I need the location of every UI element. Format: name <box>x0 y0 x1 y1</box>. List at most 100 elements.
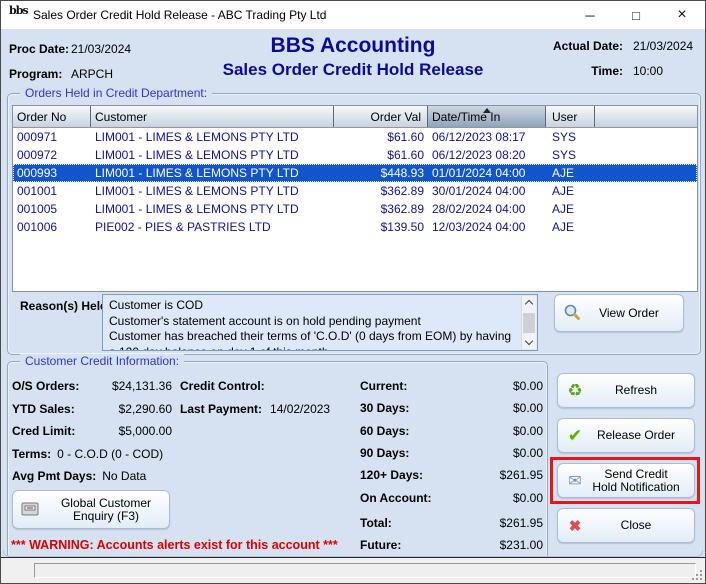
date-time-in-cell: 06/12/2023 08:17 <box>428 130 546 144</box>
column-header-order-val[interactable]: Order Val <box>334 106 428 127</box>
customer-cell: LIM001 - LIMES & LEMONS PTY LTD <box>91 166 334 180</box>
header-titles: BBS Accounting Sales Order Credit Hold R… <box>181 34 525 80</box>
reason-held-label: Reason(s) Held: <box>20 299 111 313</box>
send-notification-label: Send Credit Hold Notification <box>592 468 694 494</box>
customer-credit-section: Customer Credit Information: O/S Orders:… <box>7 361 548 559</box>
column-header-customer[interactable]: Customer <box>91 106 334 127</box>
order-val-cell: $61.60 <box>334 148 428 162</box>
time-value: 10:00 <box>623 64 695 78</box>
window-title: Sales Order Credit Hold Release - ABC Tr… <box>33 8 326 22</box>
date-time-in-cell: 01/01/2024 04:00 <box>428 166 546 180</box>
user-cell: AJE <box>546 166 595 180</box>
magnifier-icon <box>555 303 589 324</box>
maximize-button[interactable]: □ <box>613 1 659 29</box>
order-row[interactable]: 000972 LIM001 - LIMES & LEMONS PTY LTD $… <box>13 146 697 164</box>
program-value: ARPCH <box>71 67 113 81</box>
time-label: Time: <box>541 64 623 78</box>
global-customer-enquiry-button[interactable]: Global Customer Enquiry (F3) <box>12 490 170 529</box>
os-orders-label: O/S Orders: <box>12 379 92 393</box>
sort-ascending-icon <box>483 108 491 113</box>
scroll-up-icon[interactable] <box>525 300 533 308</box>
screen-title: Sales Order Credit Hold Release <box>181 60 525 80</box>
app-title: BBS Accounting <box>181 34 525 58</box>
titlebar: bbs Sales Order Credit Hold Release - AB… <box>1 1 705 29</box>
customer-cell: LIM001 - LIMES & LEMONS PTY LTD <box>91 148 334 162</box>
orders-held-section: Orders Held in Credit Department: Order … <box>7 93 701 355</box>
actual-date-value: 21/03/2024 <box>623 39 695 53</box>
user-cell: AJE <box>546 202 595 216</box>
check-icon: ✔ <box>558 426 592 446</box>
aging-row: 60 Days:$0.00 <box>360 420 543 442</box>
column-header-user[interactable]: User <box>546 106 595 127</box>
column-header-date-time-in[interactable]: Date/Time In <box>428 106 546 127</box>
application-window: bbs Sales Order Credit Hold Release - AB… <box>0 0 706 584</box>
global-enquiry-label: Global Customer Enquiry (F3) <box>47 497 169 523</box>
order-row[interactable]: 001006 PIE002 - PIES & PASTRIES LTD $139… <box>13 218 697 236</box>
actual-date-label: Actual Date: <box>541 39 623 53</box>
proc-date-value: 21/03/2024 <box>71 42 131 56</box>
customer-cell: LIM001 - LIMES & LEMONS PTY LTD <box>91 184 334 198</box>
refresh-label: Refresh <box>592 384 694 397</box>
last-payment-label: Last Payment: <box>180 402 262 416</box>
order-val-cell: $139.50 <box>334 220 428 234</box>
reason-held-textbox[interactable]: Customer is COD Customer's statement acc… <box>102 294 538 351</box>
window-controls: ─ □ × <box>567 1 705 29</box>
reason-held-text: Customer is COD Customer's statement acc… <box>103 295 537 351</box>
ytd-sales-label: YTD Sales: <box>12 402 92 416</box>
order-no-cell: 001005 <box>13 202 91 216</box>
release-order-label: Release Order <box>592 429 694 442</box>
close-button[interactable]: ✖ Close <box>557 508 695 543</box>
credit-stats-mid: Credit Control: Last Payment: 14/02/2023 <box>180 375 330 420</box>
last-payment-value: 14/02/2023 <box>270 402 330 416</box>
column-header-order-no[interactable]: Order No <box>13 106 91 127</box>
order-val-cell: $362.89 <box>334 202 428 216</box>
customer-cell: LIM001 - LIMES & LEMONS PTY LTD <box>91 130 334 144</box>
customer-cell: LIM001 - LIMES & LEMONS PTY LTD <box>91 202 334 216</box>
orders-table[interactable]: Order No Customer Order Val Date/Time In… <box>12 105 698 292</box>
avg-pmt-label: Avg Pmt Days: <box>12 469 96 483</box>
aging-row: 120+ Days:$261.95 <box>360 464 543 486</box>
aging-list: Current:$0.00 30 Days:$0.00 60 Days:$0.0… <box>360 375 543 556</box>
close-window-button[interactable]: × <box>659 1 705 29</box>
order-val-cell: $448.93 <box>334 166 428 180</box>
user-cell: AJE <box>546 184 595 198</box>
column-header-filler <box>595 106 697 127</box>
release-order-button[interactable]: ✔ Release Order <box>557 418 695 453</box>
user-cell: SYS <box>546 148 595 162</box>
order-row[interactable]: 001001 LIM001 - LIMES & LEMONS PTY LTD $… <box>13 182 697 200</box>
refresh-icon: ♻ <box>558 381 592 401</box>
cred-limit-label: Cred Limit: <box>12 424 92 438</box>
order-val-cell: $362.89 <box>334 184 428 198</box>
credit-control-label: Credit Control: <box>180 379 265 393</box>
close-x-icon: ✖ <box>558 517 592 535</box>
minimize-button[interactable]: ─ <box>567 1 613 29</box>
close-label: Close <box>592 519 694 532</box>
view-order-button[interactable]: View Order <box>554 294 684 332</box>
order-row[interactable]: 001005 LIM001 - LIMES & LEMONS PTY LTD $… <box>13 200 697 218</box>
ytd-sales-value: $2,290.60 <box>92 402 172 416</box>
envelope-icon: ✉ <box>558 471 592 491</box>
resize-grip[interactable] <box>691 569 703 581</box>
header-left: Proc Date:21/03/2024 Program:ARPCH <box>9 37 131 87</box>
terms-value: 0 - C.O.D (0 - COD) <box>57 447 163 461</box>
aging-row-total: Total:$261.95 <box>360 512 543 534</box>
client-panel-bottom-edge <box>3 550 703 557</box>
app-logo-icon: bbs <box>9 7 26 24</box>
scroll-down-icon[interactable] <box>525 337 533 345</box>
refresh-button[interactable]: ♻ Refresh <box>557 373 695 408</box>
proc-date-label: Proc Date: <box>9 37 71 62</box>
credit-section-title: Customer Credit Information: <box>20 354 184 368</box>
aging-row: 30 Days:$0.00 <box>360 397 543 419</box>
avg-pmt-value: No Data <box>102 469 146 483</box>
aging-row: Current:$0.00 <box>360 375 543 397</box>
order-row[interactable]: 000971 LIM001 - LIMES & LEMONS PTY LTD $… <box>13 128 697 146</box>
date-time-in-cell: 06/12/2023 08:20 <box>428 148 546 162</box>
credit-stats-left: O/S Orders:$24,131.36 YTD Sales:$2,290.6… <box>12 375 182 488</box>
reason-scrollbar[interactable] <box>521 296 536 349</box>
send-credit-hold-notification-button[interactable]: ✉ Send Credit Hold Notification <box>557 463 695 498</box>
scrollbar-thumb[interactable] <box>523 313 535 333</box>
os-orders-value: $24,131.36 <box>92 379 172 393</box>
user-cell: SYS <box>546 130 595 144</box>
aging-row: On Account:$0.00 <box>360 486 543 508</box>
order-row-selected[interactable]: 000993 LIM001 - LIMES & LEMONS PTY LTD $… <box>13 164 697 182</box>
